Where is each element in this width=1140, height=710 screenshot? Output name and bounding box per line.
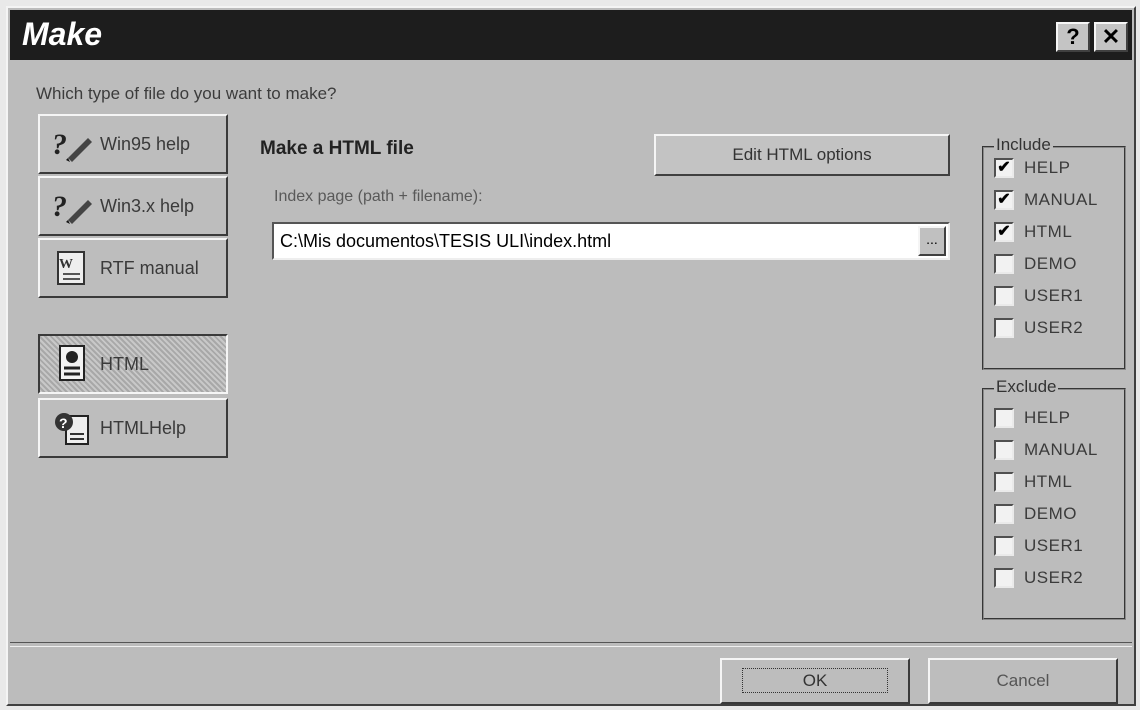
include-group: Include ✔ HELP ✔ MANUAL ✔ HTML DEMO USER…	[982, 135, 1126, 370]
file-type-label: RTF manual	[100, 257, 199, 278]
checkbox-label: HELP	[1024, 408, 1071, 427]
section-title: Make a HTML file	[260, 138, 414, 159]
file-type-label: Win95 help	[100, 133, 191, 154]
rtf-manual-button[interactable]: W RTF manual	[38, 238, 228, 298]
html-help-icon: ?	[50, 408, 94, 448]
exclude-user2-checkbox[interactable]: USER2	[994, 564, 1083, 592]
checkbox[interactable]	[994, 286, 1014, 306]
html-button[interactable]: HTML	[38, 334, 228, 394]
include-demo-checkbox[interactable]: DEMO	[994, 250, 1077, 278]
file-type-prompt: Which type of file do you want to make?	[36, 84, 337, 103]
include-html-checkbox[interactable]: ✔ HTML	[994, 218, 1072, 246]
title-bar[interactable]: Make ? ✕	[10, 10, 1132, 60]
browse-button[interactable]: ...	[918, 226, 946, 256]
exclude-demo-checkbox[interactable]: DEMO	[994, 500, 1077, 528]
exclude-help-checkbox[interactable]: HELP	[994, 404, 1070, 432]
include-user1-checkbox[interactable]: USER1	[994, 282, 1083, 310]
checkbox-label: USER2	[1024, 318, 1084, 337]
include-group-title: Include	[994, 135, 1053, 155]
include-user2-checkbox[interactable]: USER2	[994, 314, 1083, 342]
checkbox-label: USER1	[1024, 536, 1084, 555]
checkbox-label: HTML	[1024, 472, 1073, 491]
checkbox-label: MANUAL	[1024, 190, 1098, 209]
svg-text:?: ?	[52, 190, 67, 223]
ok-button-label: OK	[741, 668, 889, 693]
make-dialog: Make ? ✕ Which type of file do you want …	[6, 6, 1136, 706]
exclude-group-title: Exclude	[994, 377, 1059, 397]
html-document-icon	[50, 344, 94, 384]
checkbox[interactable]	[994, 254, 1014, 274]
exclude-manual-checkbox[interactable]: MANUAL	[994, 436, 1098, 464]
svg-text:?: ?	[52, 128, 67, 161]
checkbox[interactable]	[994, 408, 1014, 428]
window-title: Make	[22, 16, 103, 52]
checkbox[interactable]	[994, 472, 1014, 492]
checkbox[interactable]	[994, 440, 1014, 460]
file-type-label: HTML	[100, 353, 149, 374]
include-help-checkbox[interactable]: ✔ HELP	[994, 154, 1070, 182]
checkbox[interactable]	[994, 504, 1014, 524]
checkbox-label: USER2	[1024, 568, 1084, 587]
win95-help-button[interactable]: ? Win95 help	[38, 114, 228, 174]
checkbox[interactable]: ✔	[994, 190, 1014, 210]
help-pen-icon: ?	[50, 124, 94, 164]
close-button[interactable]: ✕	[1094, 22, 1128, 52]
file-type-label: HTMLHelp	[100, 417, 187, 438]
win3x-help-button[interactable]: ? Win3.x help	[38, 176, 228, 236]
word-document-icon: W	[50, 248, 94, 288]
checkbox[interactable]	[994, 568, 1014, 588]
edit-html-options-button[interactable]: Edit HTML options	[654, 134, 950, 176]
index-page-input[interactable]: C:\Mis documentos\TESIS ULI\index.html	[272, 222, 950, 260]
help-pen-icon: ?	[50, 186, 94, 226]
checkbox[interactable]	[994, 536, 1014, 556]
svg-text:?: ?	[59, 415, 68, 431]
cancel-button[interactable]: Cancel	[928, 658, 1118, 704]
checkbox[interactable]	[994, 318, 1014, 338]
index-page-label: Index page (path + filename):	[274, 188, 483, 205]
checkbox-label: HELP	[1024, 158, 1071, 177]
checkbox-label: USER1	[1024, 286, 1084, 305]
exclude-html-checkbox[interactable]: HTML	[994, 468, 1072, 496]
help-button[interactable]: ?	[1056, 22, 1090, 52]
file-type-label: Win3.x help	[100, 195, 195, 216]
ok-button[interactable]: OK	[720, 658, 910, 704]
footer-separator	[10, 642, 1132, 647]
checkbox-label: MANUAL	[1024, 440, 1098, 459]
checkbox[interactable]: ✔	[994, 158, 1014, 178]
checkbox-label: DEMO	[1024, 254, 1077, 273]
checkbox-label: HTML	[1024, 222, 1073, 241]
include-manual-checkbox[interactable]: ✔ MANUAL	[994, 186, 1098, 214]
htmlhelp-button[interactable]: ? HTMLHelp	[38, 398, 228, 458]
checkbox[interactable]: ✔	[994, 222, 1014, 242]
exclude-user1-checkbox[interactable]: USER1	[994, 532, 1083, 560]
svg-text:W: W	[59, 257, 73, 272]
checkbox-label: DEMO	[1024, 504, 1077, 523]
exclude-group: Exclude HELP MANUAL HTML DEMO USER1 USER…	[982, 377, 1126, 620]
